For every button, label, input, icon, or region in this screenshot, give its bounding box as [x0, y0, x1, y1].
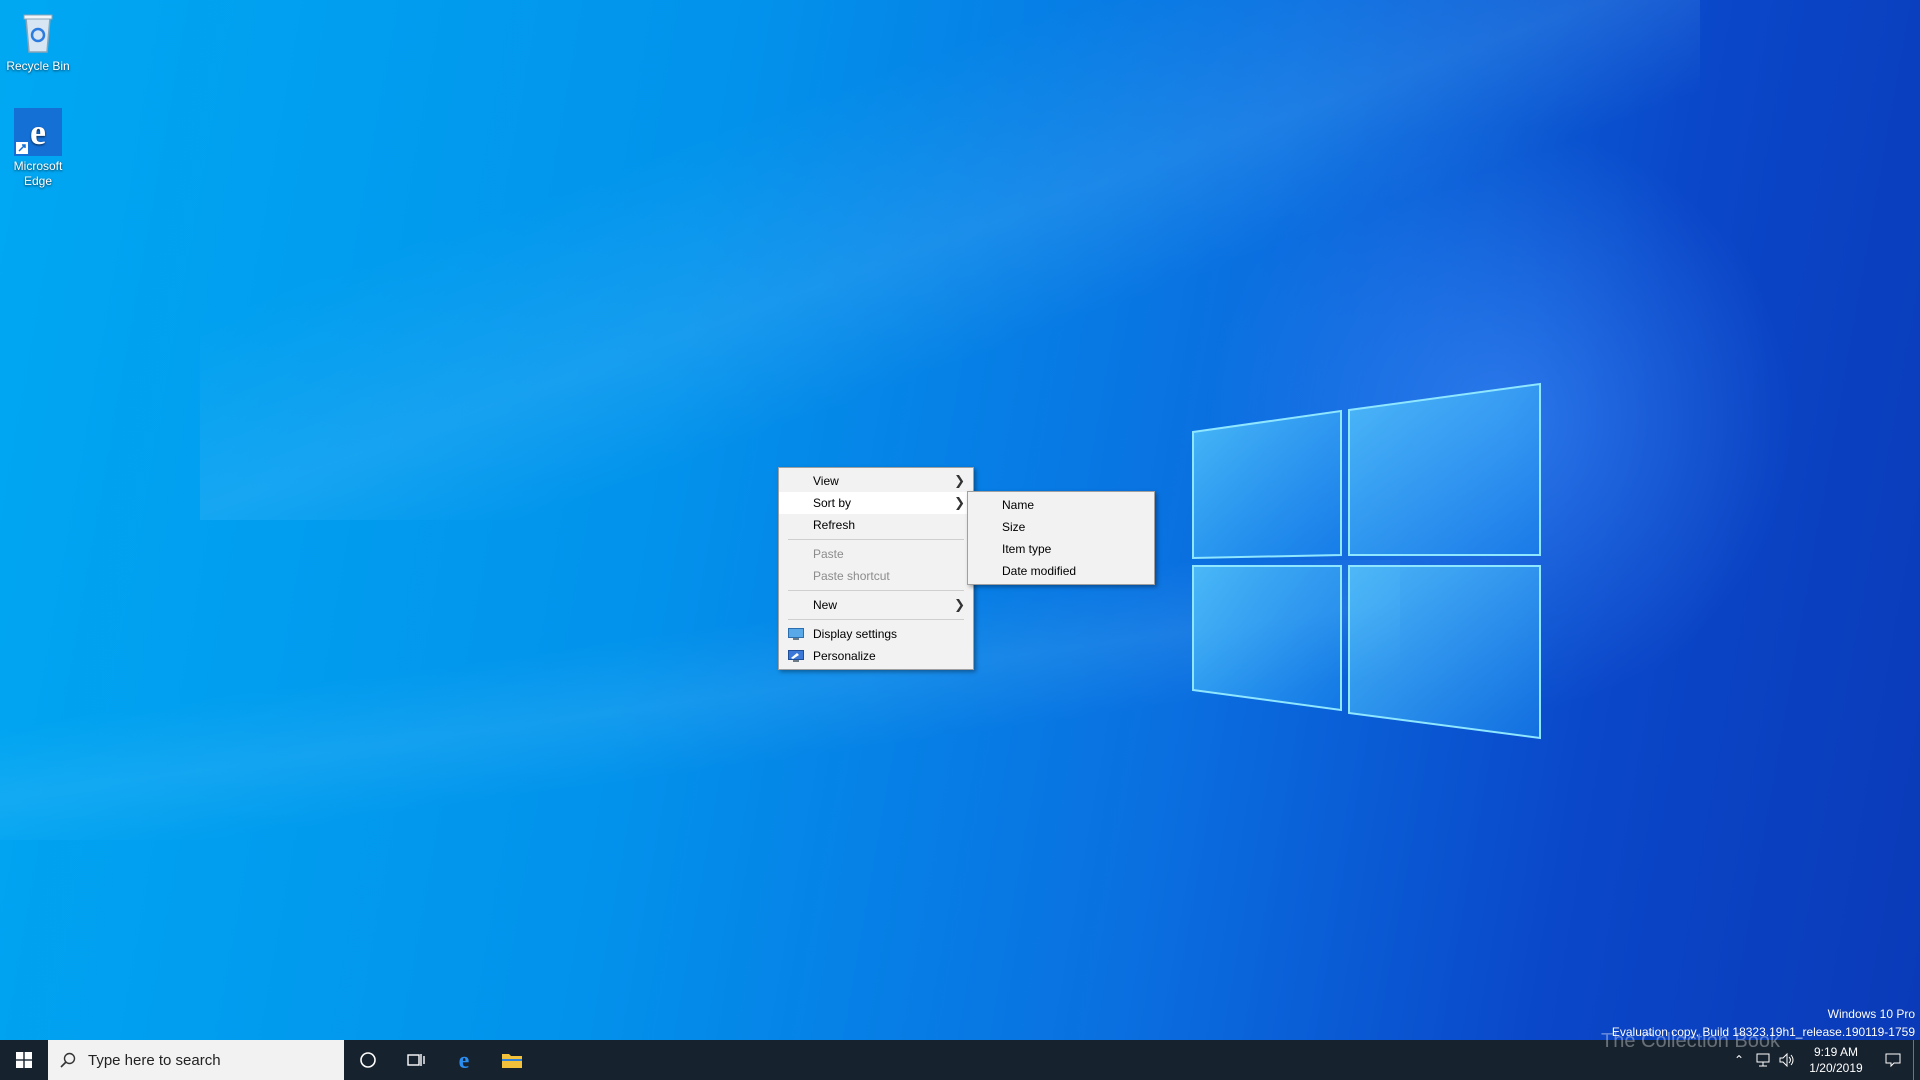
chevron-right-icon: ❯ [954, 473, 965, 488]
menu-separator [788, 590, 964, 591]
menu-item-label: Date modified [1002, 564, 1077, 578]
clock-time: 9:19 AM [1813, 1045, 1859, 1059]
desktop-background[interactable]: Recycle Bin e Microsoft Edge View ❯ Sort… [0, 0, 1920, 1040]
menu-item-label: Item type [1002, 542, 1052, 556]
show-desktop-button[interactable] [1913, 1040, 1920, 1080]
menu-item-new[interactable]: New ❯ [779, 594, 973, 616]
submenu-item-date-modified[interactable]: Date modified [968, 560, 1154, 582]
clock-date: 1/20/2019 [1809, 1061, 1863, 1075]
menu-item-label: Size [1002, 520, 1026, 534]
task-view-button[interactable] [392, 1040, 440, 1080]
sort-by-submenu: Name Size Item type Date modified [967, 491, 1155, 585]
menu-item-label: Refresh [813, 518, 856, 532]
chevron-right-icon: ❯ [954, 597, 965, 612]
menu-item-label: View [813, 474, 839, 488]
desktop-icon-recycle-bin[interactable]: Recycle Bin [0, 8, 76, 74]
cortana-circle-icon [360, 1052, 376, 1068]
submenu-item-name[interactable]: Name [968, 494, 1154, 516]
search-placeholder: Type here to search [88, 1051, 221, 1069]
personalize-icon [788, 650, 804, 662]
submenu-item-item-type[interactable]: Item type [968, 538, 1154, 560]
menu-item-refresh[interactable]: Refresh [779, 514, 973, 536]
edge-icon: e [14, 108, 62, 156]
menu-item-label: Paste [813, 547, 844, 561]
desktop-context-menu: View ❯ Sort by ❯ Refresh Paste Paste sho… [778, 467, 974, 670]
menu-item-label: Paste shortcut [813, 569, 890, 583]
svg-text:e: e [30, 112, 46, 152]
taskbar-clock[interactable]: 9:19 AM 1/20/2019 [1799, 1044, 1873, 1076]
menu-item-label: Personalize [813, 649, 876, 663]
menu-item-view[interactable]: View ❯ [779, 470, 973, 492]
edge-icon: e [459, 1048, 470, 1072]
desktop-icon-label: Recycle Bin [6, 59, 70, 73]
desktop-icon-label: Microsoft Edge [13, 159, 63, 188]
desktop-icon-edge[interactable]: e Microsoft Edge [0, 108, 76, 189]
svg-text:e: e [459, 1048, 470, 1072]
overlay-logo-text: The Collection Book [1601, 1030, 1780, 1052]
task-view-icon [407, 1054, 425, 1066]
menu-item-paste[interactable]: Paste [779, 543, 973, 565]
chevron-right-icon: ❯ [954, 495, 965, 510]
menu-item-label: New [813, 598, 838, 612]
windows-start-icon [16, 1052, 32, 1068]
recycle-bin-icon [14, 8, 62, 56]
taskbar-search-box[interactable]: Type here to search [48, 1040, 344, 1080]
menu-item-label: Name [1002, 498, 1035, 512]
folder-icon [502, 1054, 522, 1068]
action-center-icon[interactable] [1873, 1052, 1913, 1068]
display-icon [788, 628, 804, 640]
windows-logo-wallpaper [1192, 382, 1541, 740]
menu-separator [788, 619, 964, 620]
volume-icon[interactable] [1775, 1053, 1799, 1067]
menu-item-label: Display settings [813, 627, 898, 641]
network-icon[interactable] [1751, 1053, 1775, 1067]
menu-item-display-settings[interactable]: Display settings [779, 623, 973, 645]
menu-separator [788, 539, 964, 540]
menu-item-sort-by[interactable]: Sort by ❯ [779, 492, 973, 514]
menu-item-personalize[interactable]: Personalize [779, 645, 973, 667]
overlay-logo-watermark: The Collection Book [1601, 1030, 1780, 1053]
chevron-up-icon[interactable]: ⌃ [1727, 1053, 1751, 1067]
submenu-item-size[interactable]: Size [968, 516, 1154, 538]
menu-item-paste-shortcut[interactable]: Paste shortcut [779, 565, 973, 587]
start-button[interactable] [0, 1040, 48, 1080]
search-icon [48, 1052, 88, 1068]
taskbar-file-explorer-button[interactable] [488, 1040, 536, 1080]
taskbar-edge-button[interactable]: e [440, 1040, 488, 1080]
watermark-edition: Windows 10 Pro [1827, 1007, 1915, 1021]
cortana-button[interactable] [344, 1040, 392, 1080]
menu-item-label: Sort by [813, 496, 852, 510]
